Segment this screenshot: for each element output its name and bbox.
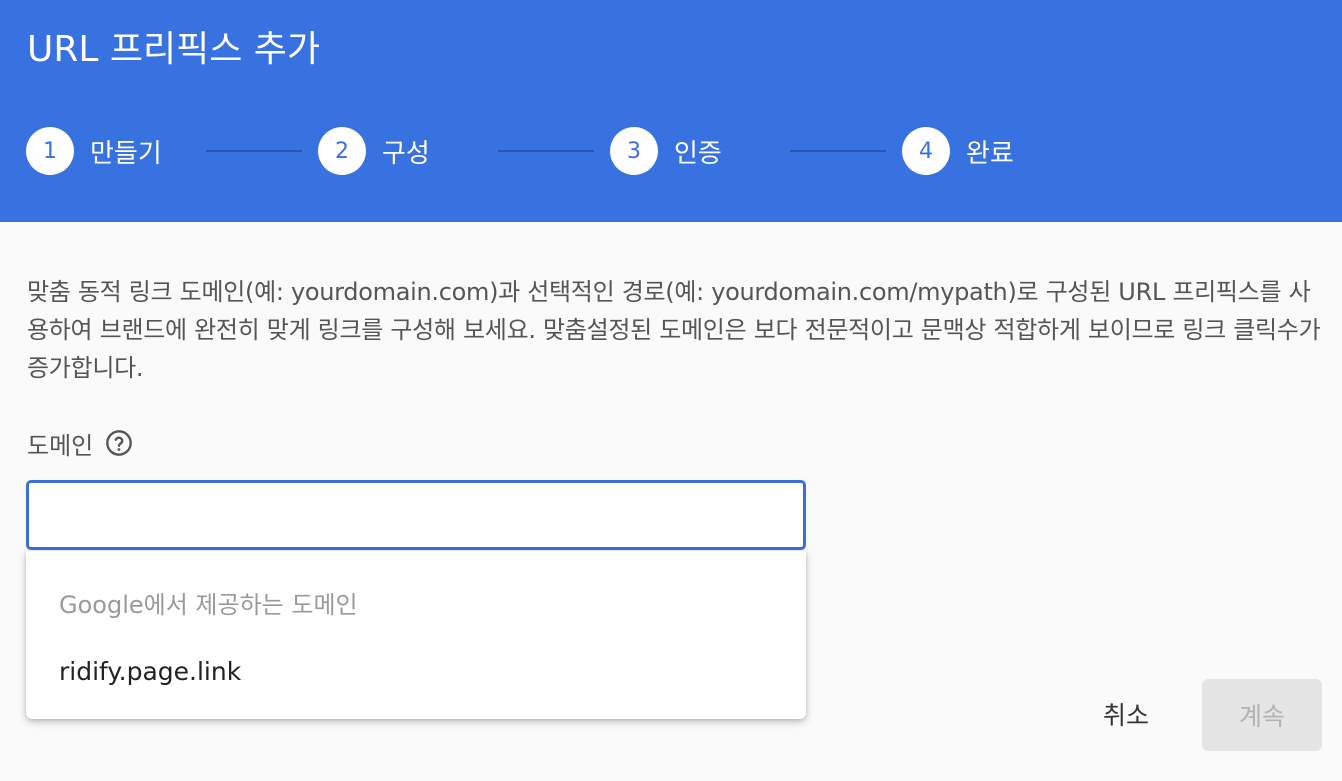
step-label: 만들기 [90,138,162,169]
description-text: 맞춤 동적 링크 도메인(예: yourdomain.com)과 선택적인 경로… [27,278,1321,382]
domain-suggestions-dropdown: Google에서 제공하는 도메인 ridify.page.link [26,551,806,719]
dropdown-group-header: Google에서 제공하는 도메인 [59,591,358,619]
step-number: 4 [902,127,950,175]
step-label: 완료 [966,138,1014,169]
stepper: 1 만들기 2 구성 3 인증 4 완료 [26,127,1126,175]
step-label: 인증 [674,138,722,169]
step-number: 1 [26,127,74,175]
step-connector [790,150,886,152]
domain-input[interactable] [26,480,806,550]
step-number: 3 [610,127,658,175]
step-connector [206,150,302,152]
step-create: 1 만들기 [26,127,162,175]
step-configure: 2 구성 [318,127,430,175]
step-label: 구성 [382,138,430,169]
continue-button[interactable]: 계속 [1202,679,1322,751]
step-number: 2 [318,127,366,175]
cancel-button[interactable]: 취소 [1088,684,1164,744]
page-title: URL 프리픽스 추가 [27,29,321,70]
domain-label-text: 도메인 [27,431,94,460]
page-header: URL 프리픽스 추가 1 만들기 2 구성 3 인증 4 완료 [0,0,1342,222]
help-circle-icon[interactable] [105,429,133,457]
step-connector [498,150,594,152]
step-verify: 3 인증 [610,127,722,175]
dropdown-option-ridify[interactable]: ridify.page.link [26,643,806,699]
domain-field-label: 도메인 [27,426,133,460]
step-finish: 4 완료 [902,127,1014,175]
